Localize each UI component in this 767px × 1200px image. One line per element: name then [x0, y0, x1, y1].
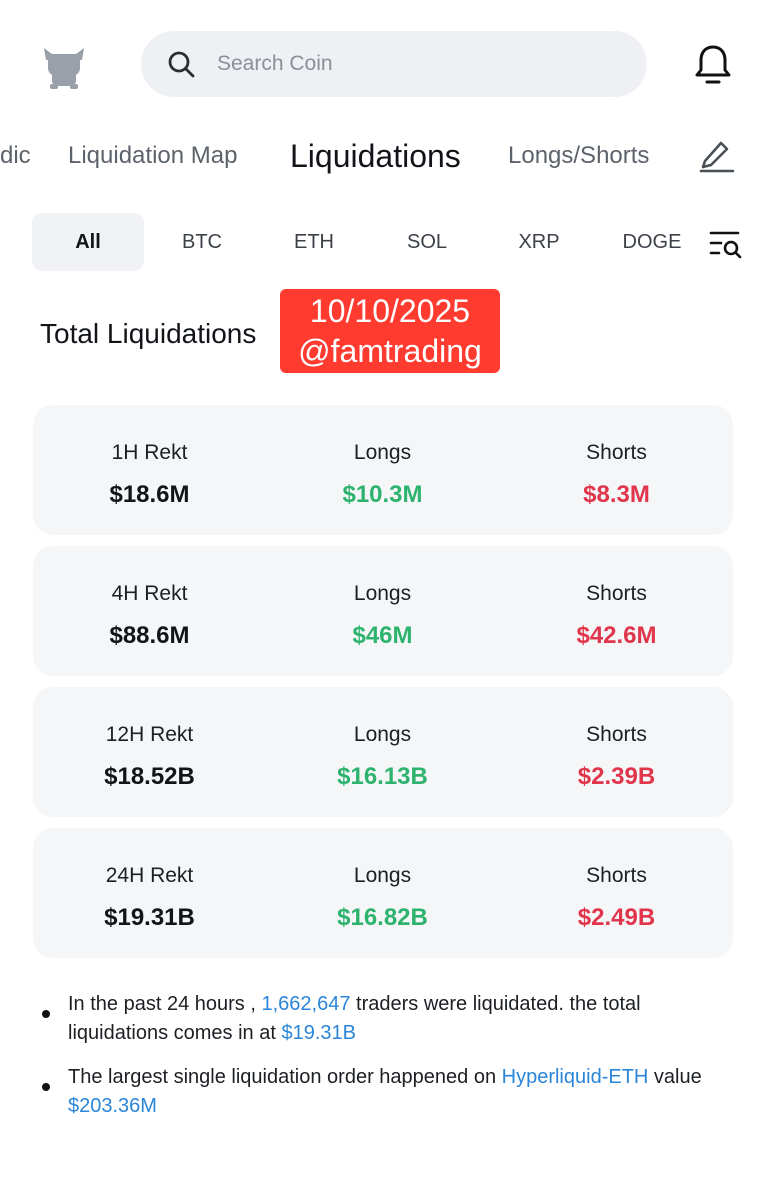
exchange-pair-link[interactable]: Hyperliquid-ETH	[502, 1066, 649, 1088]
search-input[interactable]	[217, 52, 597, 76]
total-rekt-value: $18.6M	[109, 481, 190, 508]
longs-value: $16.82B	[337, 904, 428, 931]
tab-liquidation-map[interactable]: Liquidation Map	[68, 128, 237, 184]
traders-count-link[interactable]: 1,662,647	[261, 993, 350, 1015]
coin-filter-btc[interactable]: BTC	[162, 213, 242, 271]
bell-icon[interactable]	[693, 43, 733, 87]
period-label: 1H Rekt	[111, 441, 188, 464]
longs-label: Longs	[353, 864, 412, 887]
category-tabs: dic Liquidation Map Liquidations Longs/S…	[0, 128, 767, 184]
period-label: 4H Rekt	[111, 582, 188, 605]
tab-periodic[interactable]: dic	[0, 128, 31, 184]
coin-filter-all[interactable]: All	[32, 213, 144, 271]
period-label: 24H Rekt	[105, 864, 194, 887]
longs-label: Longs	[353, 441, 412, 464]
coin-filter-xrp[interactable]: XRP	[499, 213, 579, 271]
largest-value-link[interactable]: $203.36M	[68, 1095, 157, 1117]
search-icon	[168, 51, 195, 78]
shorts-value: $2.49B	[577, 904, 656, 931]
search-bar[interactable]	[141, 31, 647, 97]
total-rekt-value: $88.6M	[109, 622, 190, 649]
shorts-label: Shorts	[586, 582, 647, 605]
shorts-value: $2.39B	[577, 763, 656, 790]
shorts-label: Shorts	[586, 723, 647, 746]
summary-bullet-largest-order: The largest single liquidation order hap…	[42, 1063, 742, 1121]
longs-value: $16.13B	[337, 763, 428, 790]
section-title: Total Liquidations	[40, 318, 257, 349]
shorts-value: $8.3M	[583, 481, 650, 508]
summary-text: In the past 24 hours ,	[68, 993, 262, 1015]
tab-liquidations[interactable]: Liquidations	[290, 128, 461, 184]
shorts-label: Shorts	[586, 864, 647, 887]
tab-longs-shorts[interactable]: Longs/Shorts	[508, 128, 649, 184]
date-watermark-sticker: 10/10/2025 @famtrading	[280, 289, 500, 373]
total-rekt-value: $18.52B	[104, 763, 195, 790]
edit-icon[interactable]	[697, 135, 735, 173]
coin-filter-sol[interactable]: SOL	[387, 213, 467, 271]
coin-filter-doge[interactable]: DOGE	[612, 213, 692, 271]
sticker-date: 10/10/2025	[309, 293, 471, 329]
longs-label: Longs	[353, 723, 412, 746]
total-rekt-value: $19.31B	[104, 904, 195, 931]
summary-text: The largest single liquidation order hap…	[68, 1066, 502, 1088]
coin-filter-eth[interactable]: ETH	[274, 213, 354, 271]
liquidation-card-1h: 1H Rekt $18.6M Longs $10.3M Shorts $8.3M	[33, 405, 733, 535]
shorts-label: Shorts	[586, 441, 647, 464]
period-label: 12H Rekt	[105, 723, 194, 746]
shorts-value: $42.6M	[576, 622, 657, 649]
longs-value: $46M	[352, 622, 413, 649]
longs-label: Longs	[353, 582, 412, 605]
app-logo-icon[interactable]	[38, 40, 90, 92]
liquidation-card-24h: 24H Rekt $19.31B Longs $16.82B Shorts $2…	[33, 828, 733, 958]
sticker-handle: @famtrading	[298, 333, 482, 369]
longs-value: $10.3M	[342, 481, 423, 508]
liquidation-card-4h: 4H Rekt $88.6M Longs $46M Shorts $42.6M	[33, 546, 733, 676]
liquidation-card-12h: 12H Rekt $18.52B Longs $16.13B Shorts $2…	[33, 687, 733, 817]
summary-text: value	[648, 1066, 702, 1088]
summary-bullet-traders: In the past 24 hours , 1,662,647 traders…	[42, 990, 742, 1048]
total-value-link[interactable]: $19.31B	[281, 1022, 356, 1044]
filter-search-icon[interactable]	[708, 228, 744, 260]
